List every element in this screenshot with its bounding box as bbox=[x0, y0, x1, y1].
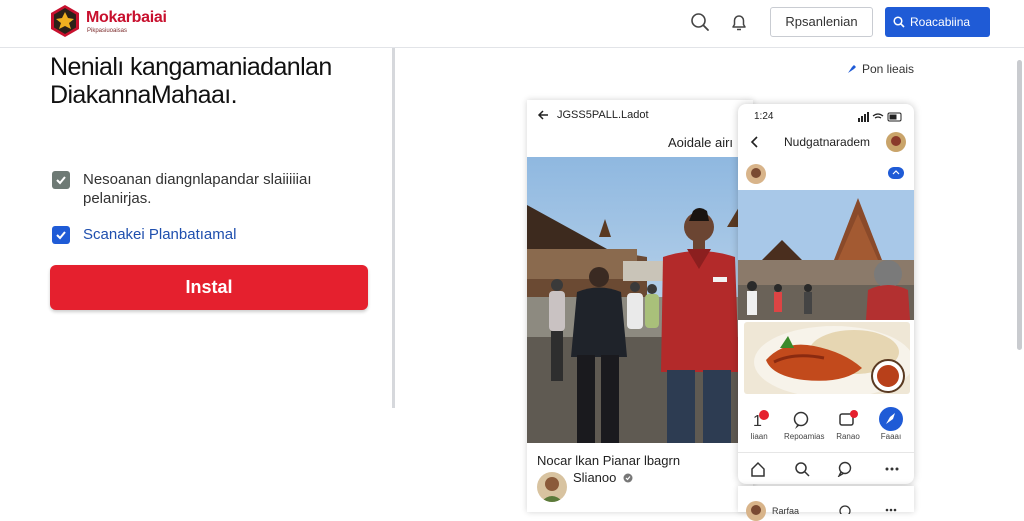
search-button[interactable]: Roacabiina bbox=[885, 7, 990, 37]
top-link[interactable]: Pon lieais bbox=[846, 62, 914, 76]
post-caption: Nocar lkan Pianar lbagrn bbox=[537, 453, 681, 468]
more-icon[interactable] bbox=[884, 461, 900, 477]
install-button[interactable]: Instal bbox=[50, 265, 368, 310]
check-icon bbox=[56, 176, 66, 185]
more-icon bbox=[885, 508, 897, 512]
chat-icon bbox=[839, 410, 858, 426]
brand-tagline: Pikpasiuoaisas bbox=[87, 28, 128, 34]
option-label: Scanakei Planbatıamal bbox=[83, 226, 237, 243]
chat-action[interactable]: Ranao bbox=[831, 410, 865, 441]
back-arrow-icon[interactable] bbox=[750, 136, 760, 148]
comment-icon bbox=[793, 411, 809, 429]
search-icon[interactable] bbox=[794, 461, 810, 477]
action-label: Repoamias bbox=[784, 432, 825, 441]
avatar[interactable] bbox=[537, 472, 567, 502]
top-link-label: Pon lieais bbox=[862, 62, 915, 76]
option-label: Nesoanan diangnlapandar slaiiiiiaı pelan… bbox=[83, 171, 312, 207]
brand-logo-icon[interactable] bbox=[50, 4, 80, 38]
back-arrow-icon[interactable] bbox=[537, 109, 549, 121]
phone-nav-title: Nudgatnaradem bbox=[784, 135, 871, 149]
login-button[interactable]: Rpsanlenian bbox=[770, 7, 873, 37]
pin-icon bbox=[848, 65, 856, 73]
next-post-author: Rarfaa bbox=[772, 506, 800, 516]
phone-post-photo[interactable] bbox=[738, 190, 914, 320]
search-icon[interactable] bbox=[690, 12, 710, 32]
top-bar: Mokarbaiai Pikpasiuoaisas Rpsanlenian Ro… bbox=[0, 0, 1024, 48]
like-action[interactable]: 1 Iiaan bbox=[742, 410, 776, 441]
comment-action[interactable]: Repoamias bbox=[784, 410, 824, 441]
brand-name: Mokarbaiai bbox=[86, 9, 167, 26]
avatar bbox=[746, 501, 766, 521]
post-author: Slianoo bbox=[573, 470, 633, 485]
comment-icon bbox=[839, 505, 851, 514]
like-icon: 1 bbox=[753, 410, 769, 430]
avatar[interactable] bbox=[746, 164, 766, 184]
phone-food-photo[interactable] bbox=[744, 322, 910, 394]
action-label: Faaaı bbox=[880, 432, 902, 441]
share-icon bbox=[879, 407, 903, 431]
divider bbox=[392, 48, 395, 408]
search-icon bbox=[893, 16, 905, 28]
page-heading: Nenialı kangamaniadanlan DiakannaMahaaı. bbox=[50, 53, 332, 109]
scrollbar[interactable] bbox=[1017, 60, 1022, 350]
action-label: Iiaan bbox=[750, 432, 768, 441]
phone-tab-bar bbox=[738, 452, 914, 484]
check-icon bbox=[56, 231, 66, 240]
phone-preview: 1:24 Nudgatnaradem 1 Iiaan Repoamias Ran… bbox=[738, 104, 914, 484]
checkbox[interactable] bbox=[52, 171, 70, 189]
checkbox[interactable] bbox=[52, 226, 70, 244]
next-post-card[interactable]: Rarfaa bbox=[738, 486, 914, 521]
search-button-label: Roacabiina bbox=[910, 15, 971, 29]
verified-icon bbox=[623, 473, 633, 483]
post-subtitle: Aoidale airı bbox=[668, 135, 734, 150]
action-label: Ranao bbox=[836, 432, 860, 441]
post-header: JGSS5PALL.Ladot bbox=[527, 100, 753, 130]
post-author-name: Slianoo bbox=[573, 470, 617, 485]
post-photo[interactable] bbox=[527, 157, 753, 443]
post-card: JGSS5PALL.Ladot Aoidale airı Nocar lkan … bbox=[527, 100, 753, 512]
notification-bell-icon[interactable] bbox=[729, 12, 749, 32]
chat-icon[interactable] bbox=[837, 461, 853, 477]
avatar[interactable] bbox=[886, 132, 906, 152]
status-icons bbox=[858, 112, 902, 122]
share-action[interactable]: Faaaı bbox=[874, 407, 908, 441]
post-header-title: JGSS5PALL.Ladot bbox=[557, 109, 649, 121]
menu-icon[interactable] bbox=[888, 167, 904, 179]
status-time: 1:24 bbox=[754, 111, 774, 122]
home-icon[interactable] bbox=[750, 461, 766, 477]
